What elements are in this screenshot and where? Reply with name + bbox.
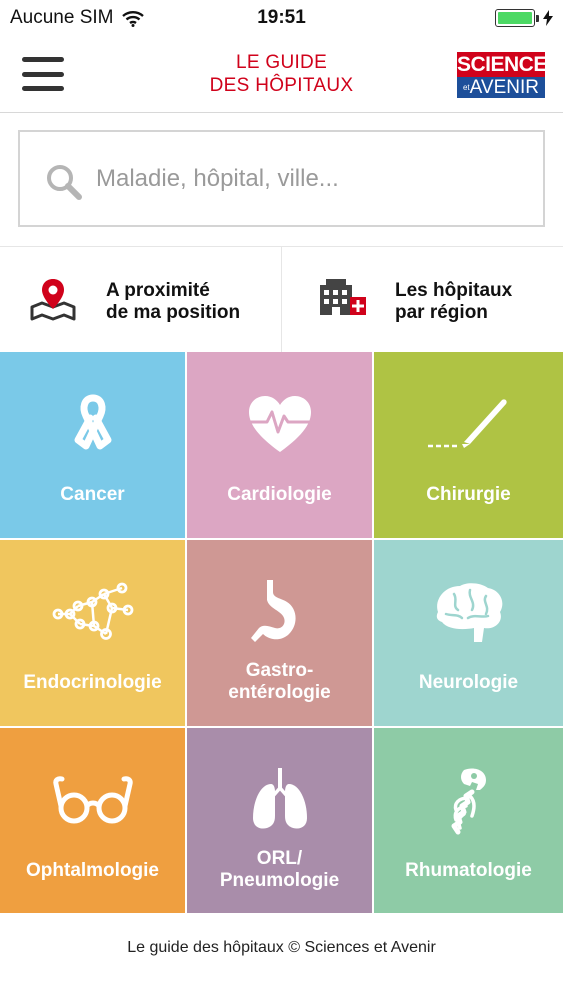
molecule-icon xyxy=(52,582,133,640)
category-tile-ophtalmologie[interactable]: Ophtalmologie xyxy=(0,728,187,915)
category-label: Cancer xyxy=(60,484,125,505)
hospitals-by-region-label: Les hôpitaux par région xyxy=(395,280,513,323)
battery-icon xyxy=(495,9,535,27)
brand-logo-avenir: AVENIR xyxy=(469,77,539,98)
brand-logo-bottom: etAVENIR xyxy=(457,77,545,98)
category-tile-gastro-enterologie[interactable]: Gastro- entérologie xyxy=(187,540,374,728)
scalpel-icon xyxy=(427,399,507,448)
category-label: Endocrinologie xyxy=(23,672,162,693)
search-input[interactable] xyxy=(96,156,516,202)
hospital-building-icon xyxy=(320,279,366,315)
nearby-button[interactable]: A proximité de ma position xyxy=(0,247,281,352)
category-grid: Cancer Cardiologie Chirurgie Endocrinolo… xyxy=(0,352,563,915)
lungs-icon xyxy=(252,768,307,829)
brain-icon xyxy=(436,583,502,642)
nav-bar: Le guide des hôpitaux SCIENCES etAVENIR xyxy=(0,36,563,113)
category-tile-neurologie[interactable]: Neurologie xyxy=(374,540,563,728)
status-bar: Aucune SIM 19:51 xyxy=(0,0,563,36)
quick-links: A proximité de ma position Les hôpitaux … xyxy=(0,247,563,352)
category-label: Ophtalmologie xyxy=(26,860,159,881)
category-tile-orl-pneumologie[interactable]: ORL/ Pneumologie xyxy=(187,728,374,915)
category-label: Cardiologie xyxy=(227,484,332,505)
battery-indicator xyxy=(495,9,553,27)
glasses-icon xyxy=(52,776,133,824)
category-tile-chirurgie[interactable]: Chirurgie xyxy=(374,352,563,540)
heart-pulse-icon xyxy=(244,396,315,452)
footer-copyright: Le guide des hôpitaux © Sciences et Aven… xyxy=(127,939,436,956)
category-label: Gastro- entérologie xyxy=(228,660,331,703)
brand-logo-top: SCIENCES xyxy=(457,52,561,77)
ribbon-icon xyxy=(74,394,111,450)
search-box[interactable] xyxy=(18,130,545,227)
category-tile-rhumatologie[interactable]: Rhumatologie xyxy=(374,728,563,915)
status-time: 19:51 xyxy=(257,7,306,28)
skeleton-icon xyxy=(451,768,486,835)
location-map-icon xyxy=(30,279,76,321)
footer: Le guide des hôpitaux © Sciences et Aven… xyxy=(0,915,563,1000)
category-label: Rhumatologie xyxy=(405,860,532,881)
nearby-label: A proximité de ma position xyxy=(106,280,241,323)
search-icon xyxy=(47,165,82,200)
category-tile-cancer[interactable]: Cancer xyxy=(0,352,187,540)
category-label: Chirurgie xyxy=(426,484,511,505)
category-label: Neurologie xyxy=(418,672,519,693)
charging-bolt-icon xyxy=(543,10,553,26)
search-area xyxy=(0,113,563,247)
category-tile-endocrinologie[interactable]: Endocrinologie xyxy=(0,540,187,728)
brand-logo-et: et xyxy=(462,83,470,92)
sciences-avenir-logo[interactable]: SCIENCES etAVENIR xyxy=(457,52,561,98)
category-label: ORL/ Pneumologie xyxy=(219,848,340,891)
stomach-icon xyxy=(250,580,296,642)
category-tile-cardiologie[interactable]: Cardiologie xyxy=(187,352,374,540)
hospitals-by-region-button[interactable]: Les hôpitaux par région xyxy=(281,247,563,352)
